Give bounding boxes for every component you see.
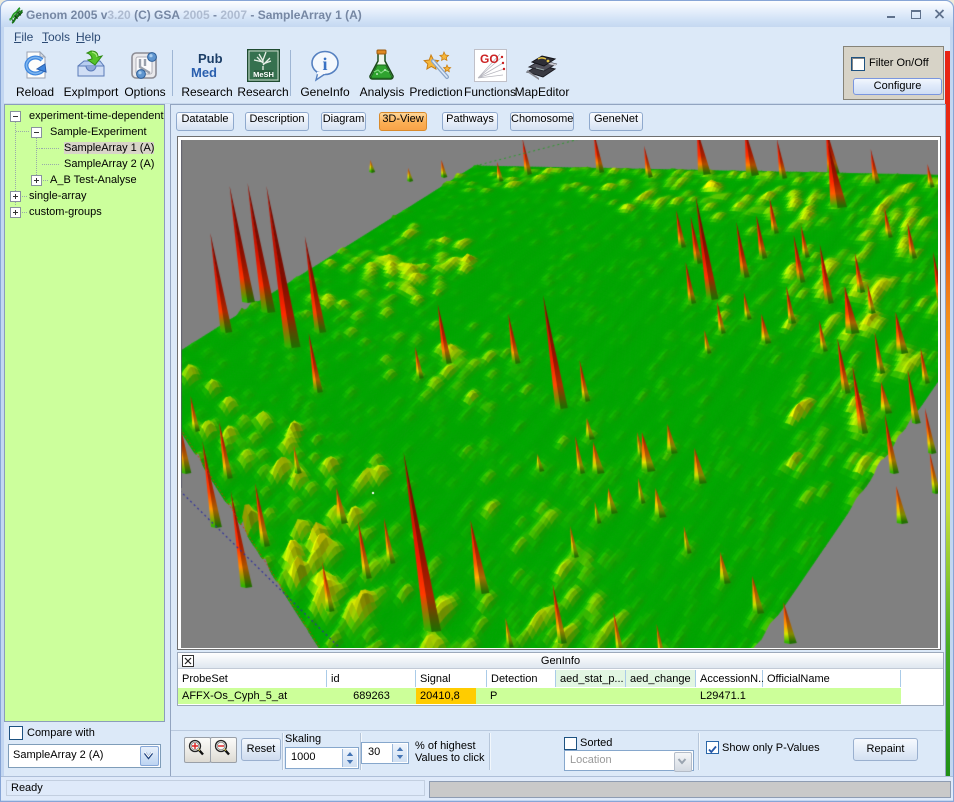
svg-text:MeSH: MeSH	[253, 70, 274, 79]
svg-text:GO: GO	[480, 52, 499, 66]
svg-text:i: i	[322, 54, 327, 74]
svg-text:Med: Med	[191, 65, 217, 80]
svg-text:Pub: Pub	[198, 51, 223, 66]
